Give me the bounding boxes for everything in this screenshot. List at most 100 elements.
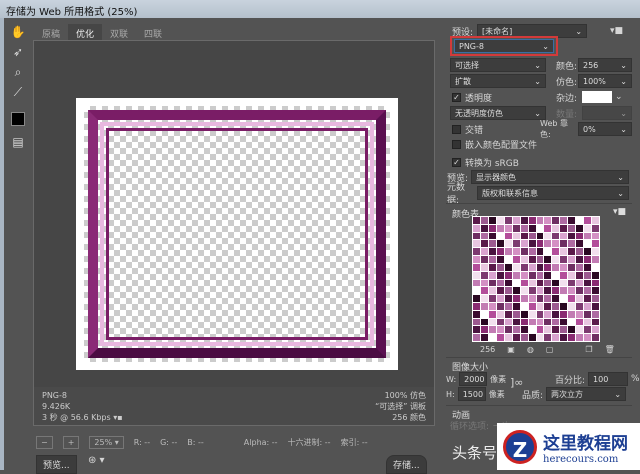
color-swatch[interactable] bbox=[552, 271, 560, 279]
color-swatch[interactable] bbox=[504, 287, 512, 295]
color-swatch[interactable] bbox=[576, 318, 584, 326]
color-swatch[interactable] bbox=[480, 310, 488, 318]
color-swatch[interactable] bbox=[480, 217, 488, 224]
color-swatch[interactable] bbox=[576, 326, 584, 334]
color-swatch[interactable] bbox=[488, 279, 496, 287]
color-swatch[interactable] bbox=[473, 310, 480, 318]
color-swatch[interactable] bbox=[488, 263, 496, 271]
color-swatch[interactable] bbox=[536, 287, 544, 295]
color-swatch[interactable] bbox=[520, 318, 528, 326]
color-swatch[interactable] bbox=[496, 295, 504, 302]
eyedropper-color-swatch[interactable] bbox=[11, 112, 25, 126]
delete-color-icon[interactable]: 🗑 bbox=[605, 345, 615, 354]
color-swatch[interactable] bbox=[560, 310, 568, 318]
color-swatch[interactable] bbox=[496, 224, 504, 232]
tab-optimized[interactable]: 优化 bbox=[68, 24, 103, 40]
browser-preview-icon[interactable]: ⊛ ▾ bbox=[88, 455, 105, 466]
color-swatch[interactable] bbox=[592, 302, 599, 310]
color-swatch[interactable] bbox=[504, 334, 512, 341]
quality-select[interactable]: 两次立方 ⌄ bbox=[546, 387, 627, 401]
color-swatch[interactable] bbox=[568, 271, 576, 279]
color-swatch[interactable] bbox=[480, 334, 488, 341]
color-swatch[interactable] bbox=[520, 248, 528, 256]
color-swatch[interactable] bbox=[592, 279, 599, 287]
color-swatch[interactable] bbox=[552, 287, 560, 295]
color-swatch[interactable] bbox=[560, 295, 568, 302]
color-swatch[interactable] bbox=[480, 224, 488, 232]
color-swatch[interactable] bbox=[504, 232, 512, 240]
color-swatch[interactable] bbox=[473, 287, 480, 295]
color-swatch[interactable] bbox=[568, 232, 576, 240]
new-color-icon[interactable]: ❐ bbox=[585, 345, 592, 354]
color-swatch[interactable] bbox=[544, 271, 552, 279]
zoom-icon[interactable]: ⌕ bbox=[8, 62, 28, 82]
color-swatch[interactable] bbox=[512, 318, 520, 326]
zoom-out-button[interactable]: − bbox=[36, 435, 53, 449]
color-swatch[interactable] bbox=[576, 240, 584, 248]
interlaced-checkbox[interactable] bbox=[452, 124, 461, 134]
color-swatch[interactable] bbox=[480, 240, 488, 248]
color-swatch[interactable] bbox=[552, 256, 560, 263]
color-swatch[interactable] bbox=[512, 302, 520, 310]
color-swatch[interactable] bbox=[520, 224, 528, 232]
height-input[interactable]: 1500 bbox=[457, 387, 486, 401]
color-swatch[interactable] bbox=[512, 263, 520, 271]
color-swatch[interactable] bbox=[576, 224, 584, 232]
color-swatch[interactable] bbox=[504, 302, 512, 310]
color-swatch[interactable] bbox=[536, 318, 544, 326]
dither-algorithm-select[interactable]: 扩散 ⌄ bbox=[450, 74, 546, 88]
color-swatch[interactable] bbox=[473, 271, 480, 279]
color-swatch[interactable] bbox=[576, 302, 584, 310]
color-swatch[interactable] bbox=[552, 240, 560, 248]
color-swatch[interactable] bbox=[496, 263, 504, 271]
color-swatch[interactable] bbox=[544, 287, 552, 295]
color-swatch[interactable] bbox=[473, 232, 480, 240]
color-swatch[interactable] bbox=[520, 310, 528, 318]
color-swatch[interactable] bbox=[576, 295, 584, 302]
color-swatch[interactable] bbox=[528, 302, 536, 310]
color-swatch[interactable] bbox=[544, 310, 552, 318]
color-swatch[interactable] bbox=[512, 279, 520, 287]
color-swatch[interactable] bbox=[480, 232, 488, 240]
color-swatch[interactable] bbox=[512, 248, 520, 256]
color-swatch[interactable] bbox=[536, 271, 544, 279]
color-swatch[interactable] bbox=[584, 326, 592, 334]
color-swatch[interactable] bbox=[584, 271, 592, 279]
color-swatch[interactable] bbox=[584, 310, 592, 318]
color-swatch[interactable] bbox=[576, 334, 584, 341]
color-swatch[interactable] bbox=[568, 263, 576, 271]
color-swatch[interactable] bbox=[496, 279, 504, 287]
color-swatch[interactable] bbox=[544, 295, 552, 302]
color-swatch[interactable] bbox=[536, 217, 544, 224]
color-swatch[interactable] bbox=[592, 334, 599, 341]
color-swatch[interactable] bbox=[528, 217, 536, 224]
color-swatch[interactable] bbox=[480, 263, 488, 271]
metadata-select[interactable]: 版权和联系信息 ⌄ bbox=[477, 186, 629, 200]
color-swatch[interactable] bbox=[480, 287, 488, 295]
color-swatch[interactable] bbox=[568, 334, 576, 341]
color-swatch[interactable] bbox=[584, 232, 592, 240]
zoom-level-select[interactable]: 25% ▾ bbox=[89, 435, 124, 449]
matte-swatch[interactable] bbox=[582, 91, 612, 103]
preview-select[interactable]: 显示器颜色 ⌄ bbox=[471, 170, 629, 184]
transparency-checkbox[interactable]: ✓ bbox=[452, 92, 461, 102]
color-swatch[interactable] bbox=[512, 224, 520, 232]
color-swatch[interactable] bbox=[488, 310, 496, 318]
color-swatch[interactable] bbox=[520, 326, 528, 334]
color-swatch[interactable] bbox=[488, 326, 496, 334]
color-swatch[interactable] bbox=[504, 217, 512, 224]
color-swatch[interactable] bbox=[520, 240, 528, 248]
color-swatch[interactable] bbox=[504, 295, 512, 302]
color-swatch[interactable] bbox=[528, 248, 536, 256]
color-swatch[interactable] bbox=[576, 279, 584, 287]
color-swatch[interactable] bbox=[568, 279, 576, 287]
color-swatch[interactable] bbox=[544, 217, 552, 224]
color-swatch[interactable] bbox=[504, 256, 512, 263]
color-swatch[interactable] bbox=[584, 224, 592, 232]
color-swatch[interactable] bbox=[592, 287, 599, 295]
color-swatch[interactable] bbox=[496, 217, 504, 224]
color-swatch[interactable] bbox=[496, 271, 504, 279]
zoom-in-button[interactable]: + bbox=[62, 435, 80, 449]
width-input[interactable]: 2000 bbox=[459, 372, 488, 386]
color-swatch[interactable] bbox=[560, 240, 568, 248]
